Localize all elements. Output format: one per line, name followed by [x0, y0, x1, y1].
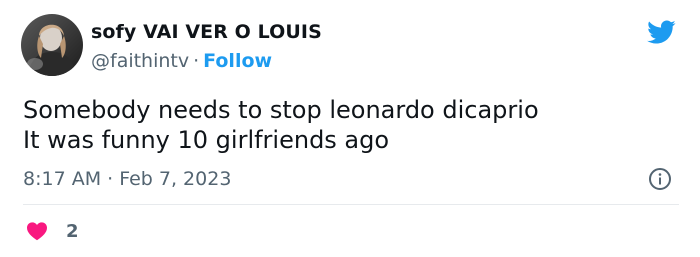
divider [23, 204, 679, 205]
info-icon-svg [649, 168, 671, 190]
tweet-text: Somebody needs to stop leonardo dicaprio… [23, 95, 539, 155]
info-icon[interactable] [648, 167, 672, 191]
tweet-card: sofy VAI VER O LOUIS @faithintv · Follow S… [0, 0, 700, 257]
twitter-bird-icon[interactable] [644, 17, 678, 47]
like-button[interactable]: 2 [26, 218, 79, 244]
author-display-name[interactable]: sofy VAI VER O LOUIS [91, 21, 322, 43]
author-handle[interactable]: @faithintv [91, 50, 189, 72]
tweet-timestamp[interactable]: 8:17 AM · Feb 7, 2023 [23, 168, 231, 190]
like-count: 2 [66, 220, 79, 242]
handle-separator: · [193, 50, 200, 72]
avatar-image [21, 14, 83, 76]
avatar[interactable] [21, 14, 83, 76]
heart-icon [27, 222, 47, 241]
tweet-text-line: Somebody needs to stop leonardo dicaprio [23, 96, 539, 124]
author-handle-row: @faithintv · Follow [91, 50, 272, 72]
twitter-bird-icon-svg [647, 20, 676, 44]
follow-button[interactable]: Follow [203, 50, 272, 72]
tweet-text-line: It was funny 10 girlfriends ago [23, 126, 390, 154]
